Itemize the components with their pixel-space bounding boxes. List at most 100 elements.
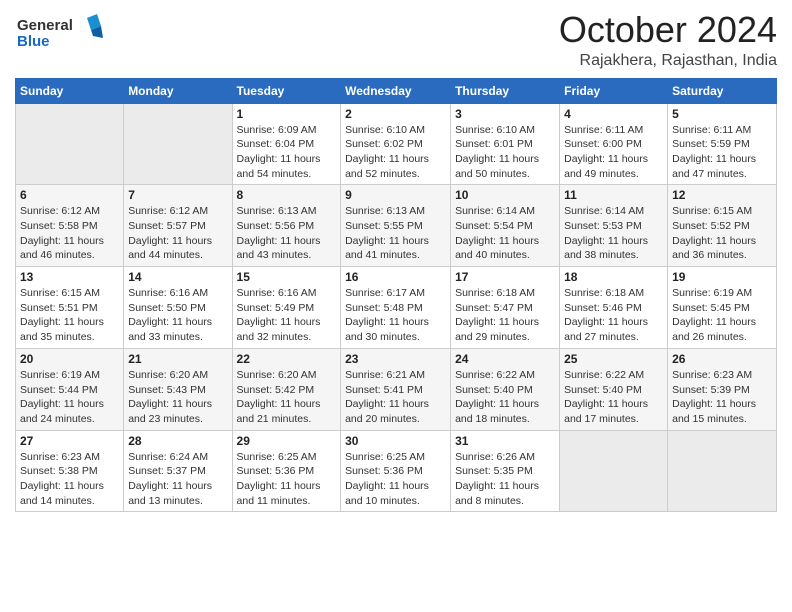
calendar-cell: 13 Sunrise: 6:15 AM Sunset: 5:51 PM Dayli… <box>16 267 124 349</box>
calendar-cell: 30 Sunrise: 6:25 AM Sunset: 5:36 PM Dayli… <box>341 430 451 512</box>
header: General Blue October 2024 Rajakhera, Raj… <box>15 10 777 70</box>
day-number: 8 <box>237 188 337 202</box>
day-number: 21 <box>128 352 227 366</box>
calendar-cell: 17 Sunrise: 6:18 AM Sunset: 5:47 PM Dayli… <box>451 267 560 349</box>
calendar-week-2: 6Sunrise: 6:12 AM Sunset: 5:58 PM Daylig… <box>16 185 777 267</box>
day-info: Sunrise: 6:24 AM Sunset: 5:37 PM Dayligh… <box>128 450 227 509</box>
day-info: Sunrise: 6:16 AM Sunset: 5:49 PM Dayligh… <box>237 286 337 345</box>
day-info: Sunrise: 6:20 AM Sunset: 5:42 PM Dayligh… <box>237 368 337 427</box>
day-info: Sunrise: 6:26 AM Sunset: 5:35 PM Dayligh… <box>455 450 555 509</box>
day-number: 23 <box>345 352 446 366</box>
calendar-week-4: 20Sunrise: 6:19 AM Sunset: 5:44 PM Dayli… <box>16 348 777 430</box>
calendar-week-3: 13 Sunrise: 6:15 AM Sunset: 5:51 PM Dayli… <box>16 267 777 349</box>
page: General Blue October 2024 Rajakhera, Raj… <box>0 0 792 612</box>
day-number: 4 <box>564 107 663 121</box>
calendar-week-1: 1 Sunrise: 6:09 AM Sunset: 6:04 PM Daylig… <box>16 103 777 185</box>
day-number: 7 <box>128 188 227 202</box>
day-info: Sunrise: 6:09 AM Sunset: 6:04 PM Dayligh… <box>237 123 337 182</box>
calendar-cell <box>16 103 124 185</box>
calendar-cell: 5 Sunrise: 6:11 AM Sunset: 5:59 PM Daylig… <box>668 103 777 185</box>
day-info: Sunrise: 6:13 AM Sunset: 5:55 PM Dayligh… <box>345 204 446 263</box>
calendar-cell: 18 Sunrise: 6:18 AM Sunset: 5:46 PM Dayli… <box>560 267 668 349</box>
day-number: 1 <box>237 107 337 121</box>
day-info: Sunrise: 6:20 AM Sunset: 5:43 PM Dayligh… <box>128 368 227 427</box>
day-number: 29 <box>237 434 337 448</box>
calendar-cell: 1 Sunrise: 6:09 AM Sunset: 6:04 PM Daylig… <box>232 103 341 185</box>
day-number: 25 <box>564 352 663 366</box>
day-info: Sunrise: 6:23 AM Sunset: 5:38 PM Dayligh… <box>20 450 119 509</box>
day-number: 14 <box>128 270 227 284</box>
col-tuesday: Tuesday <box>232 78 341 103</box>
day-info: Sunrise: 6:22 AM Sunset: 5:40 PM Dayligh… <box>455 368 555 427</box>
day-number: 13 <box>20 270 119 284</box>
day-info: Sunrise: 6:14 AM Sunset: 5:53 PM Dayligh… <box>564 204 663 263</box>
calendar-header-row: Sunday Monday Tuesday Wednesday Thursday… <box>16 78 777 103</box>
day-info: Sunrise: 6:25 AM Sunset: 5:36 PM Dayligh… <box>345 450 446 509</box>
day-number: 5 <box>672 107 772 121</box>
calendar-cell: 27 Sunrise: 6:23 AM Sunset: 5:38 PM Dayli… <box>16 430 124 512</box>
day-number: 6 <box>20 188 119 202</box>
calendar-cell <box>668 430 777 512</box>
day-info: Sunrise: 6:19 AM Sunset: 5:45 PM Dayligh… <box>672 286 772 345</box>
logo: General Blue <box>15 10 105 57</box>
calendar-week-5: 27 Sunrise: 6:23 AM Sunset: 5:38 PM Dayli… <box>16 430 777 512</box>
calendar-cell: 14 Sunrise: 6:16 AM Sunset: 5:50 PM Dayli… <box>124 267 232 349</box>
col-saturday: Saturday <box>668 78 777 103</box>
day-info: Sunrise: 6:10 AM Sunset: 6:02 PM Dayligh… <box>345 123 446 182</box>
day-number: 18 <box>564 270 663 284</box>
day-number: 9 <box>345 188 446 202</box>
logo-icon: General Blue <box>15 10 105 52</box>
calendar-cell: 11Sunrise: 6:14 AM Sunset: 5:53 PM Dayli… <box>560 185 668 267</box>
calendar-cell: 24 Sunrise: 6:22 AM Sunset: 5:40 PM Dayli… <box>451 348 560 430</box>
calendar-cell: 7 Sunrise: 6:12 AM Sunset: 5:57 PM Daylig… <box>124 185 232 267</box>
svg-text:Blue: Blue <box>17 33 50 50</box>
day-number: 26 <box>672 352 772 366</box>
day-number: 12 <box>672 188 772 202</box>
day-number: 2 <box>345 107 446 121</box>
day-number: 10 <box>455 188 555 202</box>
calendar-cell: 10 Sunrise: 6:14 AM Sunset: 5:54 PM Dayli… <box>451 185 560 267</box>
calendar-cell: 9 Sunrise: 6:13 AM Sunset: 5:55 PM Daylig… <box>341 185 451 267</box>
day-info: Sunrise: 6:11 AM Sunset: 5:59 PM Dayligh… <box>672 123 772 182</box>
day-info: Sunrise: 6:13 AM Sunset: 5:56 PM Dayligh… <box>237 204 337 263</box>
day-number: 27 <box>20 434 119 448</box>
day-number: 24 <box>455 352 555 366</box>
calendar-cell: 31 Sunrise: 6:26 AM Sunset: 5:35 PM Dayli… <box>451 430 560 512</box>
day-info: Sunrise: 6:15 AM Sunset: 5:52 PM Dayligh… <box>672 204 772 263</box>
day-info: Sunrise: 6:10 AM Sunset: 6:01 PM Dayligh… <box>455 123 555 182</box>
day-info: Sunrise: 6:18 AM Sunset: 5:47 PM Dayligh… <box>455 286 555 345</box>
day-info: Sunrise: 6:22 AM Sunset: 5:40 PM Dayligh… <box>564 368 663 427</box>
calendar-cell: 28Sunrise: 6:24 AM Sunset: 5:37 PM Dayli… <box>124 430 232 512</box>
month-title: October 2024 <box>559 10 777 50</box>
day-info: Sunrise: 6:25 AM Sunset: 5:36 PM Dayligh… <box>237 450 337 509</box>
day-number: 31 <box>455 434 555 448</box>
day-info: Sunrise: 6:16 AM Sunset: 5:50 PM Dayligh… <box>128 286 227 345</box>
day-info: Sunrise: 6:18 AM Sunset: 5:46 PM Dayligh… <box>564 286 663 345</box>
calendar-cell: 22Sunrise: 6:20 AM Sunset: 5:42 PM Dayli… <box>232 348 341 430</box>
day-info: Sunrise: 6:21 AM Sunset: 5:41 PM Dayligh… <box>345 368 446 427</box>
col-sunday: Sunday <box>16 78 124 103</box>
day-number: 16 <box>345 270 446 284</box>
day-number: 15 <box>237 270 337 284</box>
calendar-cell: 21 Sunrise: 6:20 AM Sunset: 5:43 PM Dayli… <box>124 348 232 430</box>
day-info: Sunrise: 6:23 AM Sunset: 5:39 PM Dayligh… <box>672 368 772 427</box>
day-number: 3 <box>455 107 555 121</box>
calendar-cell: 23 Sunrise: 6:21 AM Sunset: 5:41 PM Dayli… <box>341 348 451 430</box>
day-info: Sunrise: 6:11 AM Sunset: 6:00 PM Dayligh… <box>564 123 663 182</box>
calendar-cell: 6Sunrise: 6:12 AM Sunset: 5:58 PM Daylig… <box>16 185 124 267</box>
calendar-cell: 15 Sunrise: 6:16 AM Sunset: 5:49 PM Dayli… <box>232 267 341 349</box>
calendar-table: Sunday Monday Tuesday Wednesday Thursday… <box>15 78 777 513</box>
day-info: Sunrise: 6:14 AM Sunset: 5:54 PM Dayligh… <box>455 204 555 263</box>
calendar-cell <box>560 430 668 512</box>
day-number: 17 <box>455 270 555 284</box>
col-monday: Monday <box>124 78 232 103</box>
day-info: Sunrise: 6:17 AM Sunset: 5:48 PM Dayligh… <box>345 286 446 345</box>
day-number: 30 <box>345 434 446 448</box>
calendar-body: 1 Sunrise: 6:09 AM Sunset: 6:04 PM Daylig… <box>16 103 777 512</box>
col-thursday: Thursday <box>451 78 560 103</box>
calendar-cell: 2 Sunrise: 6:10 AM Sunset: 6:02 PM Daylig… <box>341 103 451 185</box>
svg-text:General: General <box>17 17 73 34</box>
calendar-cell: 20Sunrise: 6:19 AM Sunset: 5:44 PM Dayli… <box>16 348 124 430</box>
day-info: Sunrise: 6:12 AM Sunset: 5:57 PM Dayligh… <box>128 204 227 263</box>
day-info: Sunrise: 6:15 AM Sunset: 5:51 PM Dayligh… <box>20 286 119 345</box>
